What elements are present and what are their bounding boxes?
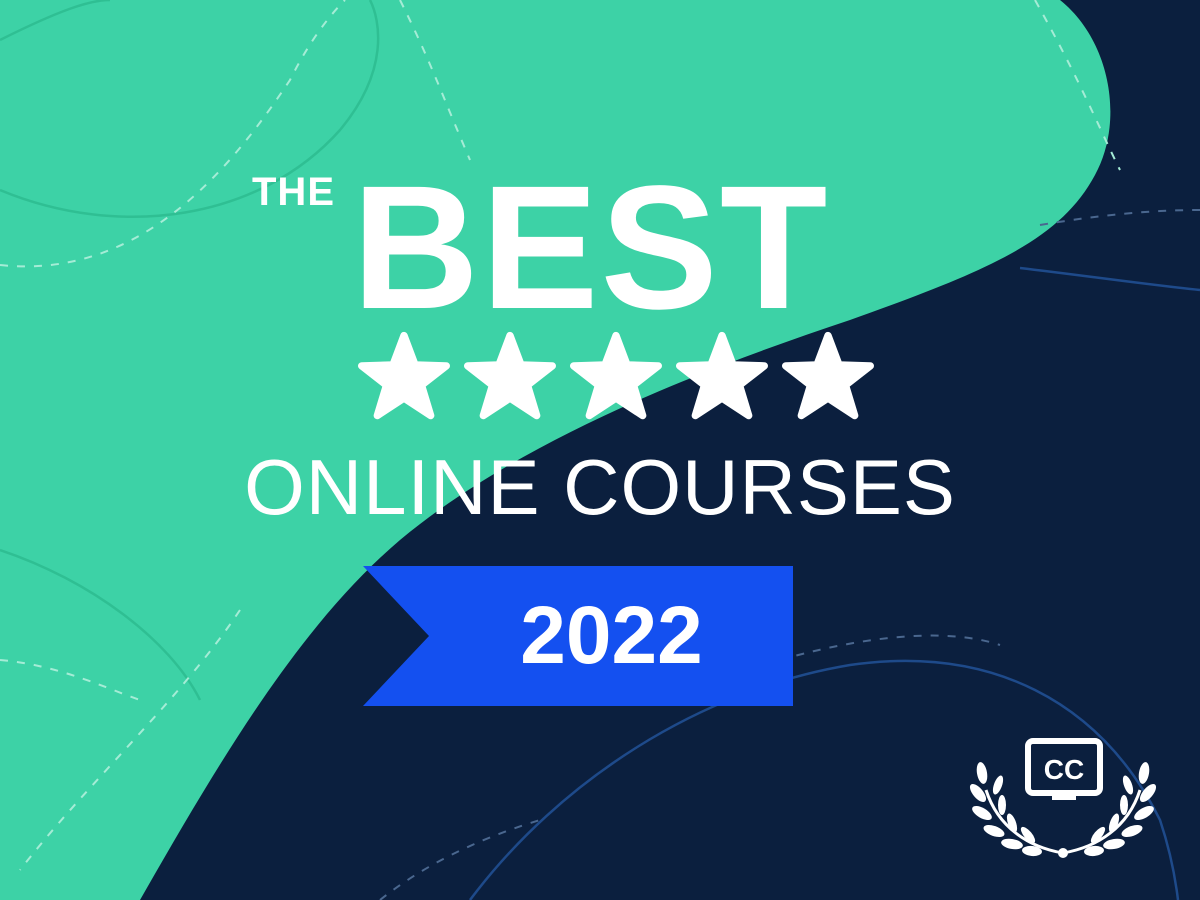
star-icon — [676, 331, 768, 420]
star-icon — [358, 331, 450, 420]
headline-best: BEST — [352, 150, 830, 346]
star-icon — [782, 331, 874, 420]
year-label: 2022 — [520, 590, 703, 681]
headline-the: THE — [252, 170, 335, 214]
monitor-icon: CC — [1025, 738, 1103, 800]
star-icon — [464, 331, 556, 420]
logo-text: CC — [1044, 754, 1084, 785]
star-rating — [358, 330, 874, 422]
cc-logo: CC — [969, 738, 1157, 858]
star-icon — [570, 331, 662, 420]
headline-subtitle: ONLINE COURSES — [244, 443, 956, 531]
